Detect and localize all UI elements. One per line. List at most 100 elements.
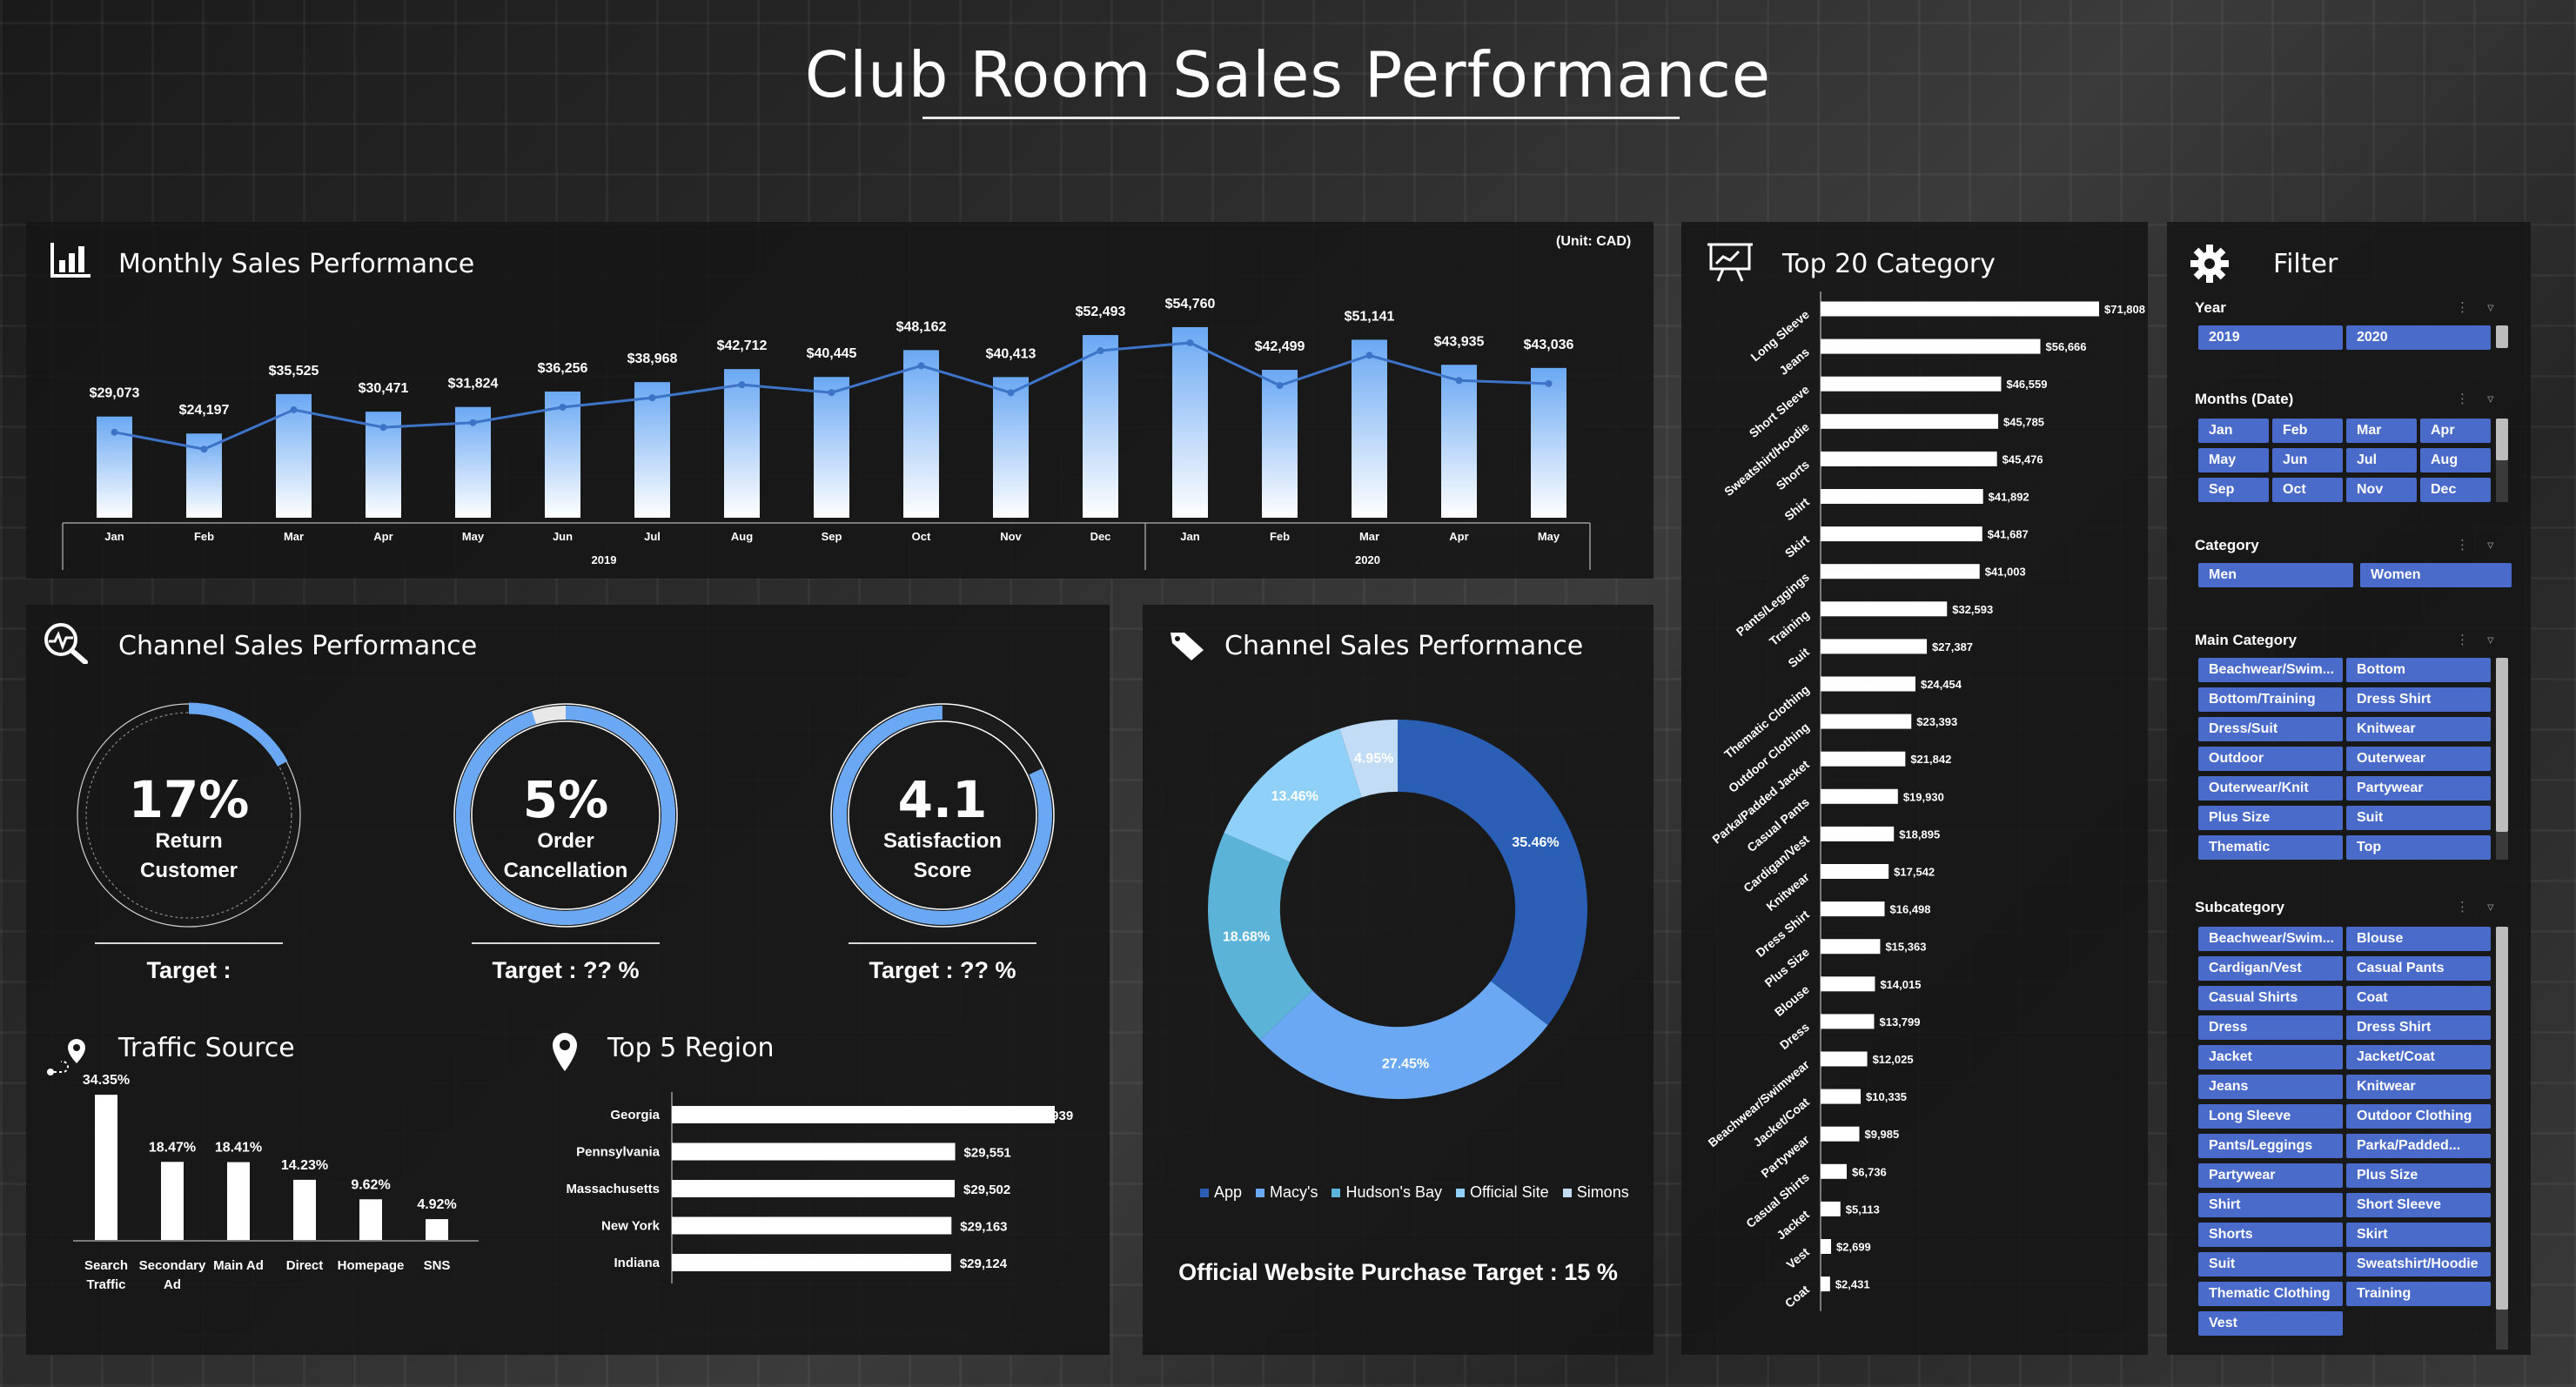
subcategory-chip[interactable]: Skirt [2346,1223,2491,1247]
multi-select-icon[interactable]: ⋮ [2456,632,2469,647]
top20-bar [1821,676,1915,692]
chip-year-2019[interactable]: 2019 [2198,325,2343,350]
month-chip[interactable]: Apr [2420,419,2491,443]
subcategory-chip[interactable]: Training [2346,1282,2491,1306]
top20-bar [1821,1089,1862,1104]
chip-category-women[interactable]: Women [2360,563,2512,587]
main-category-chip[interactable]: Outdoor [2198,747,2343,771]
month-chip[interactable]: Aug [2420,448,2491,472]
slicer-months: Months (Date) ⋮ ▿ Jan Feb Mar Apr May Jun Jul A… [2195,387,2508,502]
kpi-cancel-label-2: Cancellation [503,859,628,882]
monthly-tick-label: Jul [644,530,661,543]
subcategory-chip[interactable]: Pants/Leggings [2198,1134,2343,1158]
month-chip[interactable]: Mar [2346,419,2417,443]
monthly-data-label: $35,525 [269,364,319,379]
slicer-months-scrollbar[interactable] [2496,419,2508,460]
monthly-trend-point [1455,377,1463,385]
monthly-tick-label: Jan [1180,530,1199,543]
month-chip[interactable]: Dec [2420,478,2491,502]
main-category-chip[interactable]: Knitwear [2346,717,2491,741]
traffic-bar [359,1199,382,1240]
top20-data-label: $6,736 [1852,1165,1887,1178]
clear-filter-icon[interactable]: ▿ [2487,632,2494,647]
subcategory-chip[interactable]: Blouse [2346,927,2491,951]
month-chip[interactable]: Jul [2346,448,2417,472]
kpi-return-divider [95,942,283,944]
slicer-year-scrollbar[interactable] [2496,325,2508,348]
main-category-chip[interactable]: Dress/Suit [2198,717,2343,741]
donut-data-label: 4.95% [1354,752,1393,767]
monthly-trend-point [917,362,925,370]
multi-select-icon[interactable]: ⋮ [2456,299,2469,315]
subcategory-chip[interactable]: Knitwear [2346,1075,2491,1099]
main-category-chip[interactable]: Bottom/Training [2198,687,2343,712]
slicer-year: Year ⋮ ▿ 2019 2020 [2195,296,2508,357]
subcategory-chip[interactable]: Plus Size [2346,1163,2491,1188]
month-chip[interactable]: Jan [2198,419,2269,443]
clear-filter-icon[interactable]: ▿ [2487,537,2494,553]
multi-select-icon[interactable]: ⋮ [2456,537,2469,553]
main-category-chip[interactable]: Bottom [2346,658,2491,682]
main-category-chip[interactable]: Suit [2346,806,2491,830]
main-category-chip[interactable]: Outerwear/Knit [2198,776,2343,801]
chip-year-2020[interactable]: 2020 [2346,325,2491,350]
main-category-chip[interactable]: Top [2346,835,2491,860]
subcategory-chip[interactable]: Jeans [2198,1075,2343,1099]
legend-item: Macy's [1256,1183,1318,1202]
subcategory-chip[interactable]: Jacket [2198,1045,2343,1069]
clear-filter-icon[interactable]: ▿ [2487,391,2494,406]
subcategory-chip[interactable]: Shorts [2198,1223,2343,1247]
clear-filter-icon[interactable]: ▿ [2487,899,2494,915]
legend-item: Simons [1562,1183,1629,1202]
subcategory-chip[interactable]: Casual Pants [2346,956,2491,981]
subcategory-chip[interactable]: Beachwear/Swim... [2198,927,2343,951]
chip-category-men[interactable]: Men [2198,563,2353,587]
month-chip[interactable]: Jun [2272,448,2343,472]
subcategory-chip[interactable]: Casual Shirts [2198,986,2343,1010]
monthly-data-label: $43,935 [1434,334,1485,349]
subcategory-chip[interactable]: Dress [2198,1015,2343,1040]
subcategory-chip[interactable]: Dress Shirt [2346,1015,2491,1040]
main-category-chip[interactable]: Plus Size [2198,806,2343,830]
subcategory-chip[interactable]: Coat [2346,986,2491,1010]
multi-select-icon[interactable]: ⋮ [2456,899,2469,915]
slicer-subcategory-scrollbar[interactable] [2496,927,2508,1310]
clear-filter-icon[interactable]: ▿ [2487,299,2494,315]
top20-data-label: $71,808 [2104,303,2145,316]
month-chip[interactable]: Oct [2272,478,2343,502]
subcategory-chip[interactable]: Vest [2198,1311,2343,1336]
top20-bar [1821,1014,1875,1029]
month-chip[interactable]: Sep [2198,478,2269,502]
multi-select-icon[interactable]: ⋮ [2456,391,2469,406]
subcategory-chip[interactable]: Parka/Padded... [2346,1134,2491,1158]
donut-data-label: 18.68% [1223,929,1270,944]
top20-data-label: $45,785 [2003,415,2044,428]
subcategory-chip[interactable]: Shirt [2198,1193,2343,1217]
subcategory-chip[interactable]: Outdoor Clothing [2346,1104,2491,1129]
subcategory-chip[interactable]: Suit [2198,1252,2343,1276]
month-chip[interactable]: May [2198,448,2269,472]
main-category-chip[interactable]: Beachwear/Swim... [2198,658,2343,682]
subcategory-chip[interactable]: Sweatshirt/Hoodie [2346,1252,2491,1276]
subcategory-chip[interactable]: Short Sleeve [2346,1193,2491,1217]
month-chip[interactable]: Feb [2272,419,2343,443]
monthly-sales-chart: $29,073 Jan $24,197 Feb $35,525 Mar $30,471 Apr… [62,297,1591,570]
main-category-chip[interactable]: Partywear [2346,776,2491,801]
main-category-chip[interactable]: Dress Shirt [2346,687,2491,712]
subcategory-chip[interactable]: Partywear [2198,1163,2343,1188]
main-category-chip[interactable]: Thematic [2198,835,2343,860]
top20-bar [1821,489,1983,504]
slicer-main-category-scrollbar[interactable] [2496,658,2508,832]
main-category-chip[interactable]: Outerwear [2346,747,2491,771]
slicer-category-label: Category [2195,537,2259,553]
monthly-bar [1531,367,1566,518]
kpi-satisfaction-divider [849,942,1036,944]
subcategory-chip[interactable]: Long Sleeve [2198,1104,2343,1129]
subcategory-chip[interactable]: Jacket/Coat [2346,1045,2491,1069]
subcategory-chip[interactable]: Cardigan/Vest [2198,956,2343,981]
legend-label: Simons [1576,1183,1629,1201]
monthly-tick-label: Mar [1359,530,1379,543]
month-chip[interactable]: Nov [2346,478,2417,502]
top20-bar [1821,451,1997,466]
subcategory-chip[interactable]: Thematic Clothing [2198,1282,2343,1306]
